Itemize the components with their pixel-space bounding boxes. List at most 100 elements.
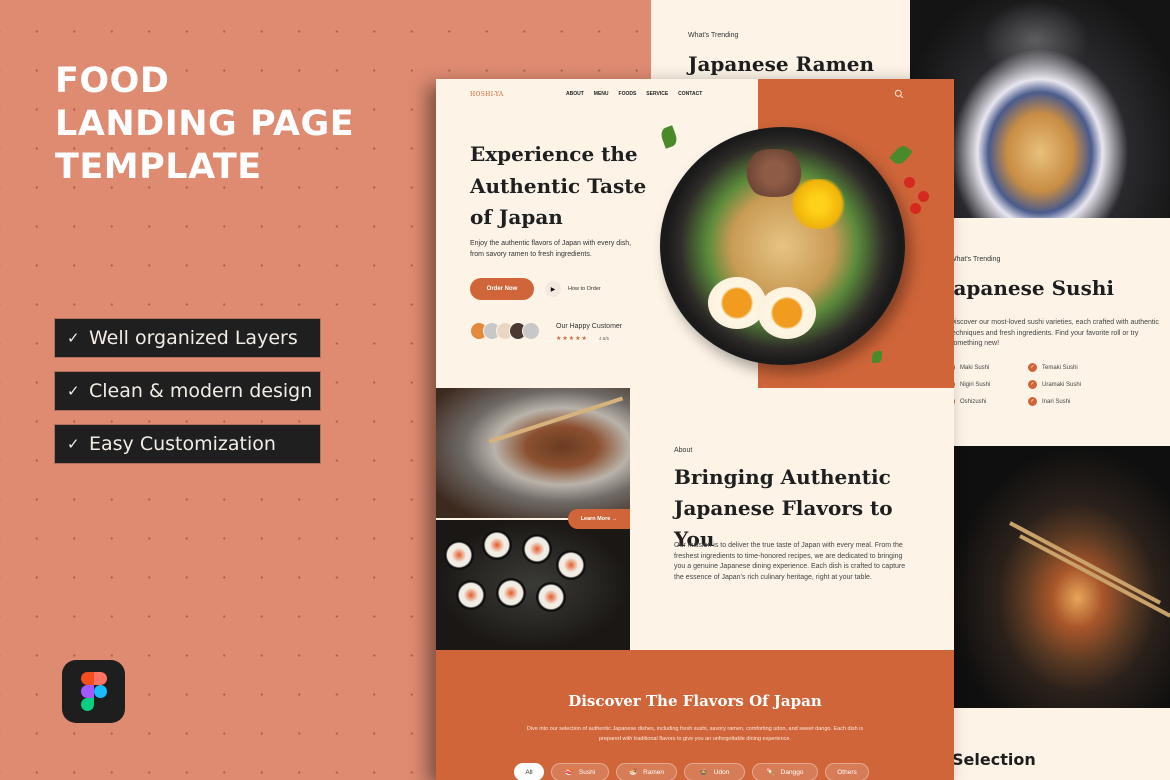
discover-section: Discover The Flavors Of Japan Dive into … xyxy=(436,650,954,780)
tab-sushi[interactable]: 🍣 Sushi xyxy=(551,763,609,780)
rating-value: 4.5/5 xyxy=(599,336,610,341)
feature-badge: ✓ Well organized Layers xyxy=(55,319,320,357)
section-headline: Japanese Sushi xyxy=(950,276,1114,300)
list-item: ✓Maki Sushi xyxy=(950,363,989,372)
play-icon[interactable]: ▶ xyxy=(545,281,561,297)
sushi-roll xyxy=(444,540,474,570)
search-icon[interactable] xyxy=(894,89,904,99)
sushi-roll xyxy=(522,534,552,564)
section-headline: Selection xyxy=(952,750,1036,769)
tab-ramen[interactable]: 🍜 Ramen xyxy=(616,763,677,780)
list-item: ✓ Temaki Sushi xyxy=(1028,363,1078,372)
eyebrow-label: What's Trending xyxy=(950,256,1001,263)
tab-label: Ramen xyxy=(643,768,665,776)
avatar xyxy=(522,322,540,340)
tab-label: Others xyxy=(837,768,857,776)
dango-icon: 🍡 xyxy=(766,769,775,776)
feature-label: Clean & modern design xyxy=(89,380,313,402)
egg-half xyxy=(758,287,816,339)
udon-icon: 🍲 xyxy=(699,769,708,776)
tomato-icon xyxy=(904,177,915,188)
check-icon: ✓ xyxy=(67,329,80,347)
sushi-roll xyxy=(556,550,586,580)
hero-description: Enjoy the authentic flavors of Japan wit… xyxy=(470,240,632,258)
check-icon: ✓ xyxy=(1028,380,1037,389)
how-to-order-link[interactable]: How to Order xyxy=(568,286,601,292)
basil-leaf-icon xyxy=(659,125,679,149)
tomato-icon xyxy=(910,203,921,214)
tab-label: Udon xyxy=(713,768,730,776)
feature-label: Well organized Layers xyxy=(89,327,298,349)
list-item: ✓ Uramaki Sushi xyxy=(1028,380,1081,389)
feature-badge: ✓ Clean & modern design xyxy=(55,372,320,410)
tab-danggo[interactable]: 🍡 Danggo xyxy=(752,763,818,780)
tab-all[interactable]: All xyxy=(514,763,544,780)
tab-label: Sushi xyxy=(578,768,596,776)
list-item: ✓Nigiri Sushi xyxy=(950,380,990,389)
nav-link-about[interactable]: ABOUT xyxy=(566,91,584,97)
about-description: Our mission is to deliver the true taste… xyxy=(674,542,906,581)
customer-label: Our Happy Customer xyxy=(556,323,623,330)
star-rating-icon: ★★★★★ xyxy=(556,336,588,342)
main-nav: ABOUT MENU FOODS SERVICE CONTACT xyxy=(566,91,712,97)
ramen-bowl-image xyxy=(660,127,905,365)
nav-link-contact[interactable]: CONTACT xyxy=(678,91,702,97)
tab-udon[interactable]: 🍲 Udon xyxy=(684,763,745,780)
list-item-label: Maki Sushi xyxy=(960,364,990,371)
sushi-rolls-photo xyxy=(436,520,630,650)
about-eyebrow: About xyxy=(674,447,693,454)
check-icon: ✓ xyxy=(67,435,80,453)
tab-others[interactable]: Others xyxy=(825,763,869,780)
list-item-label: Temaki Sushi xyxy=(1042,364,1078,371)
check-icon: ✓ xyxy=(67,382,80,400)
promo-title-line: FOOD xyxy=(55,61,170,101)
ramen-hands-photo xyxy=(950,446,1170,708)
nav-link-menu[interactable]: MENU xyxy=(594,91,609,97)
basil-leaf-icon xyxy=(872,351,882,363)
chopstick xyxy=(488,396,624,444)
category-tabs: All 🍣 Sushi 🍜 Ramen 🍲 Udon 🍡 Danggo Others xyxy=(514,763,876,780)
tab-label: All xyxy=(525,768,533,776)
chopstick xyxy=(1009,521,1162,605)
ramen-trending-page: What's Trending Japanese Ramen xyxy=(651,0,911,80)
promo-title-line: LANDING PAGE xyxy=(55,104,355,144)
section-headline: Japanese Ramen xyxy=(688,52,875,76)
sushi-roll xyxy=(496,578,526,608)
selection-page: Selection xyxy=(950,708,1170,780)
sushi-roll xyxy=(536,582,566,612)
promo-title-line: TEMPLATE xyxy=(55,147,262,187)
nav-link-foods[interactable]: FOODS xyxy=(619,91,637,97)
brand-logo[interactable]: HOSHI-YA xyxy=(470,91,503,98)
sushi-icon: 🍣 xyxy=(564,769,573,776)
sushi-roll xyxy=(456,580,486,610)
list-item: ✓ Inari Sushi xyxy=(1028,397,1070,406)
landing-page-mockup: HOSHI-YA ABOUT MENU FOODS SERVICE CONTAC… xyxy=(436,79,954,780)
list-item-label: Nigiri Sushi xyxy=(960,381,991,388)
hero-title: Experience the Authentic Taste of Japan xyxy=(470,142,647,229)
sushi-trending-page: What's Trending Japanese Sushi Discover … xyxy=(950,218,1170,446)
list-item-label: Uramaki Sushi xyxy=(1042,381,1082,388)
egg-half xyxy=(708,277,766,329)
chopstick xyxy=(1019,534,1170,618)
sushi-roll xyxy=(482,530,512,560)
feature-badge: ✓ Easy Customization xyxy=(55,425,320,463)
learn-more-button[interactable]: Learn More → xyxy=(568,509,630,529)
discover-title: Discover The Flavors Of Japan xyxy=(568,692,822,710)
ramen-icon: 🍜 xyxy=(628,769,638,776)
soba-noodles-photo xyxy=(436,388,630,518)
nav-link-service[interactable]: SERVICE xyxy=(646,91,668,97)
section-description: Discover our most-loved sushi varieties,… xyxy=(950,319,1159,347)
figma-icon xyxy=(62,660,125,723)
steam-effect xyxy=(980,0,1090,80)
order-now-button[interactable]: Order Now xyxy=(470,278,534,300)
discover-description: Dive into our selection of authentic Jap… xyxy=(526,726,864,742)
customer-avatars xyxy=(470,322,540,340)
list-item-label: Inari Sushi xyxy=(1042,398,1071,405)
list-item-label: Oshizushi xyxy=(960,398,987,405)
tab-label: Danggo xyxy=(780,768,804,776)
feature-label: Easy Customization xyxy=(89,433,276,455)
check-icon: ✓ xyxy=(1028,397,1037,406)
promo-title: FOOD LANDING PAGE TEMPLATE xyxy=(55,60,354,189)
check-icon: ✓ xyxy=(1028,363,1037,372)
tomato-icon xyxy=(918,191,929,202)
